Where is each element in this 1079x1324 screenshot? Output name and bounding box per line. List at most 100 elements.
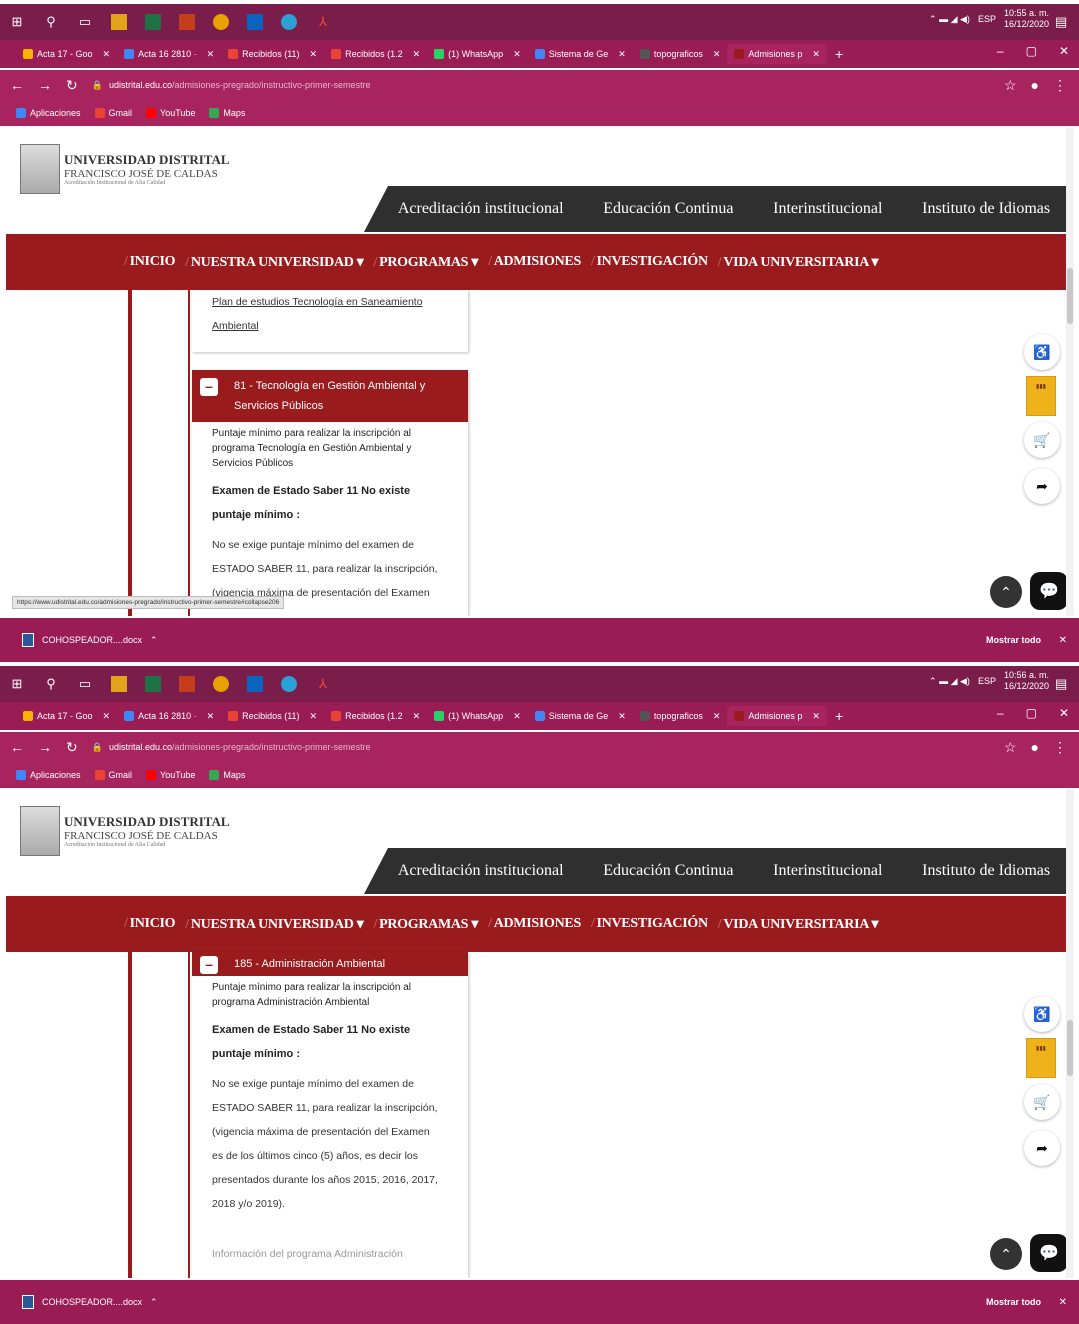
- collapse-icon[interactable]: –: [200, 378, 218, 396]
- outlook-icon[interactable]: [247, 14, 263, 30]
- accessibility-button[interactable]: ♿: [1024, 996, 1060, 1032]
- nav-vida-universitaria[interactable]: / VIDA UNIVERSITARIA ▾: [718, 254, 879, 271]
- download-item[interactable]: COHOSPEADOR....docx ⌃: [22, 1295, 158, 1309]
- new-tab-button[interactable]: +: [835, 46, 843, 62]
- bookmark-star-icon[interactable]: ☆: [1004, 77, 1017, 94]
- close-tab-icon[interactable]: ✕: [812, 711, 820, 722]
- outlook-icon[interactable]: [247, 676, 263, 692]
- program-info-link[interactable]: Información del programa Administración: [212, 1242, 452, 1266]
- windows-start-icon[interactable]: ⊞: [9, 14, 25, 30]
- close-tab-icon[interactable]: ✕: [812, 49, 820, 60]
- cart-button[interactable]: 🛒: [1024, 422, 1060, 458]
- collapse-icon[interactable]: –: [200, 956, 218, 974]
- search-icon[interactable]: ⚲: [43, 676, 59, 692]
- notification-icon[interactable]: ▤: [1055, 676, 1071, 692]
- nav-admisiones[interactable]: / ADMISIONES: [488, 916, 581, 932]
- topnav-instituto-idiomas[interactable]: Instituto de Idiomas: [922, 200, 1050, 218]
- show-all-button[interactable]: Mostrar todo: [986, 635, 1041, 645]
- derecho-badge-icon[interactable]: ▮▮▮: [1026, 1038, 1056, 1078]
- menu-icon[interactable]: ⋮: [1053, 739, 1067, 756]
- nav-nuestra-universidad[interactable]: / NUESTRA UNIVERSIDAD ▾: [185, 916, 364, 933]
- bookmark-gmail[interactable]: Gmail: [94, 770, 132, 780]
- url-field[interactable]: 🔒 udistrital.edu.co /admisiones-pregrado…: [92, 80, 371, 91]
- close-tab-icon[interactable]: ✕: [103, 49, 111, 60]
- app-icon[interactable]: [111, 676, 127, 692]
- close-tab-icon[interactable]: ✕: [207, 49, 215, 60]
- tab-topograficos[interactable]: topograficos ✕: [633, 706, 728, 726]
- back-icon[interactable]: ←: [10, 739, 24, 755]
- tab-recibidos-1[interactable]: Recibidos (11) ✕: [221, 44, 324, 64]
- windows-start-icon[interactable]: ⊞: [9, 676, 25, 692]
- forward-icon[interactable]: →: [38, 739, 52, 755]
- scrollbar-thumb[interactable]: [1067, 1020, 1073, 1076]
- scroll-top-button[interactable]: ⌃: [990, 1238, 1022, 1270]
- app-icon[interactable]: [111, 14, 127, 30]
- close-downloads-icon[interactable]: ✕: [1059, 635, 1067, 646]
- tab-acta-17[interactable]: Acta 17 - Goo ✕: [16, 44, 117, 64]
- nav-programas[interactable]: / PROGRAMAS ▾: [374, 254, 479, 271]
- close-tab-icon[interactable]: ✕: [413, 711, 421, 722]
- close-tab-icon[interactable]: ✕: [207, 711, 215, 722]
- excel-icon[interactable]: [145, 676, 161, 692]
- chat-button[interactable]: 💬: [1030, 1234, 1068, 1272]
- show-all-button[interactable]: Mostrar todo: [986, 1297, 1041, 1307]
- close-tab-icon[interactable]: ✕: [513, 49, 521, 60]
- task-view-icon[interactable]: ▭: [77, 676, 93, 692]
- plan-estudios-link[interactable]: Plan de estudios Tecnología en Saneamien…: [212, 290, 452, 338]
- bookmark-youtube[interactable]: YouTube: [146, 770, 195, 780]
- bookmark-gmail[interactable]: Gmail: [94, 108, 132, 118]
- tab-acta-16[interactable]: Acta 16 2810 · ✕: [117, 44, 221, 64]
- accordion-header[interactable]: – 185 - Administración Ambiental: [192, 952, 468, 976]
- scrollbar[interactable]: [1066, 790, 1074, 1278]
- bookmark-aplicaciones[interactable]: Aplicaciones: [16, 108, 81, 118]
- edge-icon[interactable]: [281, 676, 297, 692]
- close-tab-icon[interactable]: ✕: [713, 49, 721, 60]
- tab-whatsapp[interactable]: (1) WhatsApp ✕: [427, 44, 528, 64]
- close-window-icon[interactable]: ✕: [1059, 44, 1069, 58]
- bookmark-maps[interactable]: Maps: [209, 108, 245, 118]
- close-tab-icon[interactable]: ✕: [310, 711, 318, 722]
- close-tab-icon[interactable]: ✕: [713, 711, 721, 722]
- nav-investigacion[interactable]: / INVESTIGACIÓN: [591, 254, 708, 270]
- bookmark-aplicaciones[interactable]: Aplicaciones: [16, 770, 81, 780]
- close-tab-icon[interactable]: ✕: [513, 711, 521, 722]
- powerpoint-icon[interactable]: [179, 14, 195, 30]
- topnav-acreditacion[interactable]: Acreditación institucional: [398, 200, 564, 218]
- bookmark-maps[interactable]: Maps: [209, 770, 245, 780]
- topnav-acreditacion[interactable]: Acreditación institucional: [398, 862, 564, 880]
- topnav-educacion-continua[interactable]: Educación Continua: [603, 200, 733, 218]
- share-button[interactable]: ➦: [1024, 1130, 1060, 1166]
- close-tab-icon[interactable]: ✕: [413, 49, 421, 60]
- accordion-header[interactable]: – 81 - Tecnología en Gestión Ambiental y…: [192, 370, 468, 422]
- powerpoint-icon[interactable]: [179, 676, 195, 692]
- topnav-interinstitucional[interactable]: Interinstitucional: [773, 862, 882, 880]
- maximize-icon[interactable]: ▢: [1026, 44, 1037, 58]
- clock[interactable]: 10:56 a. m. 16/12/2020: [1004, 670, 1049, 692]
- profile-icon[interactable]: ●: [1031, 739, 1039, 755]
- topnav-educacion-continua[interactable]: Educación Continua: [603, 862, 733, 880]
- notification-icon[interactable]: ▤: [1055, 14, 1071, 30]
- forward-icon[interactable]: →: [38, 77, 52, 93]
- tab-sistema[interactable]: Sistema de Ge ✕: [528, 44, 633, 64]
- nav-vida-universitaria[interactable]: / VIDA UNIVERSITARIA ▾: [718, 916, 879, 933]
- bookmark-star-icon[interactable]: ☆: [1004, 739, 1017, 756]
- reload-icon[interactable]: ↻: [66, 77, 78, 94]
- site-logo[interactable]: UNIVERSIDAD DISTRITAL FRANCISCO JOSÉ DE …: [20, 144, 230, 194]
- new-tab-button[interactable]: +: [835, 708, 843, 724]
- search-icon[interactable]: ⚲: [43, 14, 59, 30]
- close-tab-icon[interactable]: ✕: [103, 711, 111, 722]
- chrome-icon[interactable]: [213, 676, 229, 692]
- chevron-up-icon[interactable]: ⌃: [150, 1297, 158, 1308]
- url-field[interactable]: 🔒 udistrital.edu.co /admisiones-pregrado…: [92, 742, 371, 753]
- excel-icon[interactable]: [145, 14, 161, 30]
- nav-inicio[interactable]: / INICIO: [124, 916, 176, 932]
- close-downloads-icon[interactable]: ✕: [1059, 1297, 1067, 1308]
- language-indicator[interactable]: ESP: [978, 676, 996, 686]
- acrobat-icon[interactable]: ⅄: [315, 14, 331, 30]
- maximize-icon[interactable]: ▢: [1026, 706, 1037, 720]
- tray-icons[interactable]: ⌃ ▬ ◢ ◀): [929, 14, 970, 25]
- minimize-icon[interactable]: –: [997, 44, 1004, 58]
- tab-topograficos[interactable]: topograficos ✕: [633, 44, 728, 64]
- topnav-instituto-idiomas[interactable]: Instituto de Idiomas: [922, 862, 1050, 880]
- nav-inicio[interactable]: / INICIO: [124, 254, 176, 270]
